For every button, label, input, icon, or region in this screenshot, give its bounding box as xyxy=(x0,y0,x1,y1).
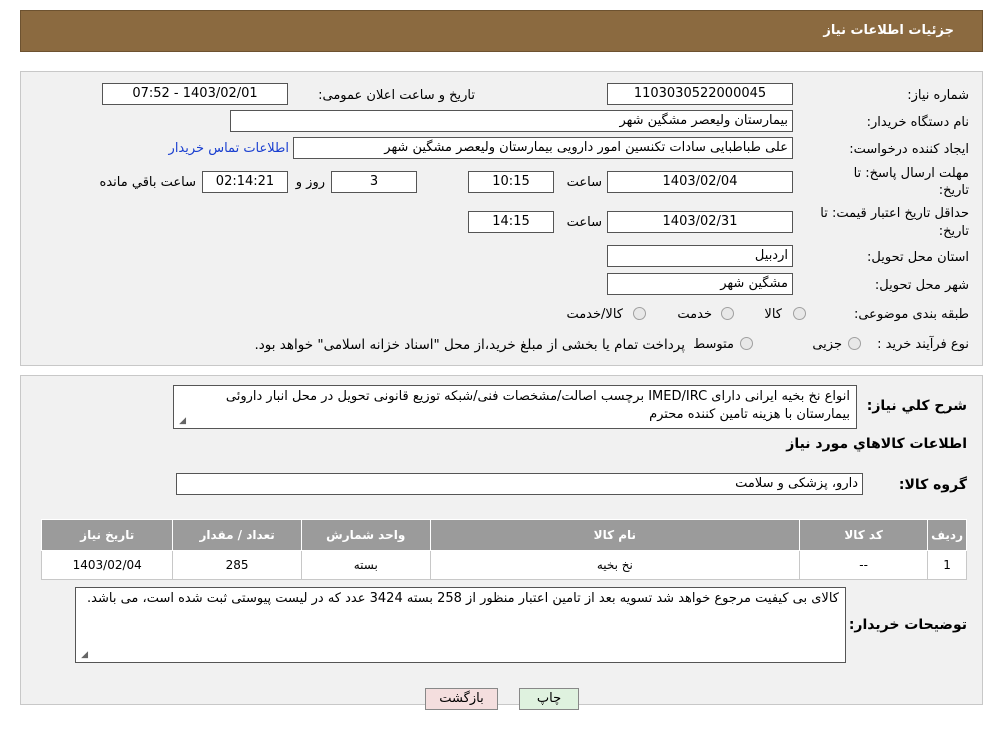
deadline-label: مهلت ارسال پاسخ: تا xyxy=(853,166,969,181)
province-label: استان محل تحویل: xyxy=(867,250,969,265)
summary-textarea[interactable]: انواع نخ بخیه ایرانی دارای IMED/IRC برچس… xyxy=(173,385,857,429)
validity-time-label: ساعت xyxy=(566,215,602,230)
cell-qty: 285 xyxy=(172,550,302,580)
col-name: نام کالا xyxy=(429,519,801,551)
buyer-org-label: نام دستگاه خریدار: xyxy=(866,115,969,130)
category-radio-both[interactable] xyxy=(633,307,646,320)
process-label: نوع فرآیند خرید : xyxy=(877,337,969,352)
days-field: 3 xyxy=(331,171,417,193)
announce-label: تاریخ و ساعت اعلان عمومی: xyxy=(318,88,475,103)
announce-field: 1403/02/01 - 07:52 xyxy=(102,83,288,105)
days-label: روز و xyxy=(295,175,325,190)
col-date: تاریخ نیاز xyxy=(40,519,174,551)
resize-grip-icon[interactable]: ◢ xyxy=(79,651,88,660)
items-table: رديف کد کالا نام کالا واحد شمارش تعداد /… xyxy=(40,519,967,580)
process-note: پرداخت تمام یا بخشی از مبلغ خرید،از محل … xyxy=(254,337,685,353)
resize-grip-icon[interactable]: ◢ xyxy=(177,417,186,426)
buyer-notes-label: توضیحات خریدار: xyxy=(848,617,967,633)
cell-name: نخ بخیه xyxy=(429,550,801,580)
summary-label: شرح کلي نياز: xyxy=(866,398,967,414)
buyer-org-field: بیمارستان ولیعصر مشگین شهر xyxy=(230,110,793,132)
group-label: گروه کالا: xyxy=(898,477,967,493)
cell-code: -- xyxy=(799,550,929,580)
category-radio-service[interactable] xyxy=(721,307,734,320)
need-number-field: 1103030522000045 xyxy=(607,83,793,105)
page-title: جزئیات اطلاعات نیاز xyxy=(823,23,954,38)
cell-row: 1 xyxy=(927,550,967,580)
col-qty: تعداد / مقدار xyxy=(172,519,302,551)
remaining-time-field: 02:14:21 xyxy=(202,171,288,193)
back-button[interactable]: بازگشت xyxy=(425,688,498,710)
items-title: اطلاعات کالاهاي مورد نياز xyxy=(786,436,967,452)
category-label: طبقه بندی موضوعی: xyxy=(853,307,969,322)
validity-label: حداقل تاریخ اعتبار قیمت: تا xyxy=(820,206,969,221)
category-option-goods: کالا xyxy=(764,307,782,322)
process-option-minor: جزیی xyxy=(812,337,842,352)
cell-unit: بسته xyxy=(300,550,431,580)
deadline-date-field: 1403/02/04 xyxy=(607,171,793,193)
buyer-notes-text: کالای بی کیفیت مرجوع خواهد شد تسویه بعد … xyxy=(87,591,839,606)
validity-time-field: 14:15 xyxy=(468,211,554,233)
need-number-label: شماره نیاز: xyxy=(907,88,969,103)
cell-date: 1403/02/04 xyxy=(40,550,174,580)
group-field: دارو، پزشکی و سلامت xyxy=(176,473,863,495)
validity-label-2: تاریخ: xyxy=(938,224,969,239)
col-code: کد کالا xyxy=(799,519,929,551)
deadline-label-2: تاریخ: xyxy=(938,183,969,198)
col-unit: واحد شمارش xyxy=(300,519,431,551)
buyer-notes-textarea[interactable]: کالای بی کیفیت مرجوع خواهد شد تسویه بعد … xyxy=(75,587,846,663)
category-option-both: کالا/خدمت xyxy=(566,307,623,322)
page-header: جزئیات اطلاعات نیاز xyxy=(20,10,983,52)
print-button[interactable]: چاپ xyxy=(519,688,579,710)
city-label: شهر محل تحویل: xyxy=(874,278,969,293)
summary-text: انواع نخ بخیه ایرانی دارای IMED/IRC برچس… xyxy=(225,389,850,422)
process-radio-medium[interactable] xyxy=(740,337,753,350)
process-radio-minor[interactable] xyxy=(848,337,861,350)
city-field: مشگین شهر xyxy=(607,273,793,295)
category-option-service: خدمت xyxy=(677,307,712,322)
creator-field: علی طباطبایی سادات تکنسین امور دارویی بی… xyxy=(293,137,793,159)
validity-date-field: 1403/02/31 xyxy=(607,211,793,233)
col-row: رديف xyxy=(927,519,967,551)
remaining-label: ساعت باقي مانده xyxy=(99,175,196,190)
category-radio-goods[interactable] xyxy=(793,307,806,320)
table-header-row: رديف کد کالا نام کالا واحد شمارش تعداد /… xyxy=(40,519,967,551)
buyer-contact-link[interactable]: اطلاعات تماس خریدار xyxy=(169,141,289,156)
table-row: 1 -- نخ بخیه بسته 285 1403/02/04 xyxy=(40,550,967,580)
province-field: اردبیل xyxy=(607,245,793,267)
deadline-time-label: ساعت xyxy=(566,175,602,190)
deadline-time-field: 10:15 xyxy=(468,171,554,193)
creator-label: ایجاد کننده درخواست: xyxy=(849,142,969,157)
process-option-medium: متوسط xyxy=(693,337,734,352)
